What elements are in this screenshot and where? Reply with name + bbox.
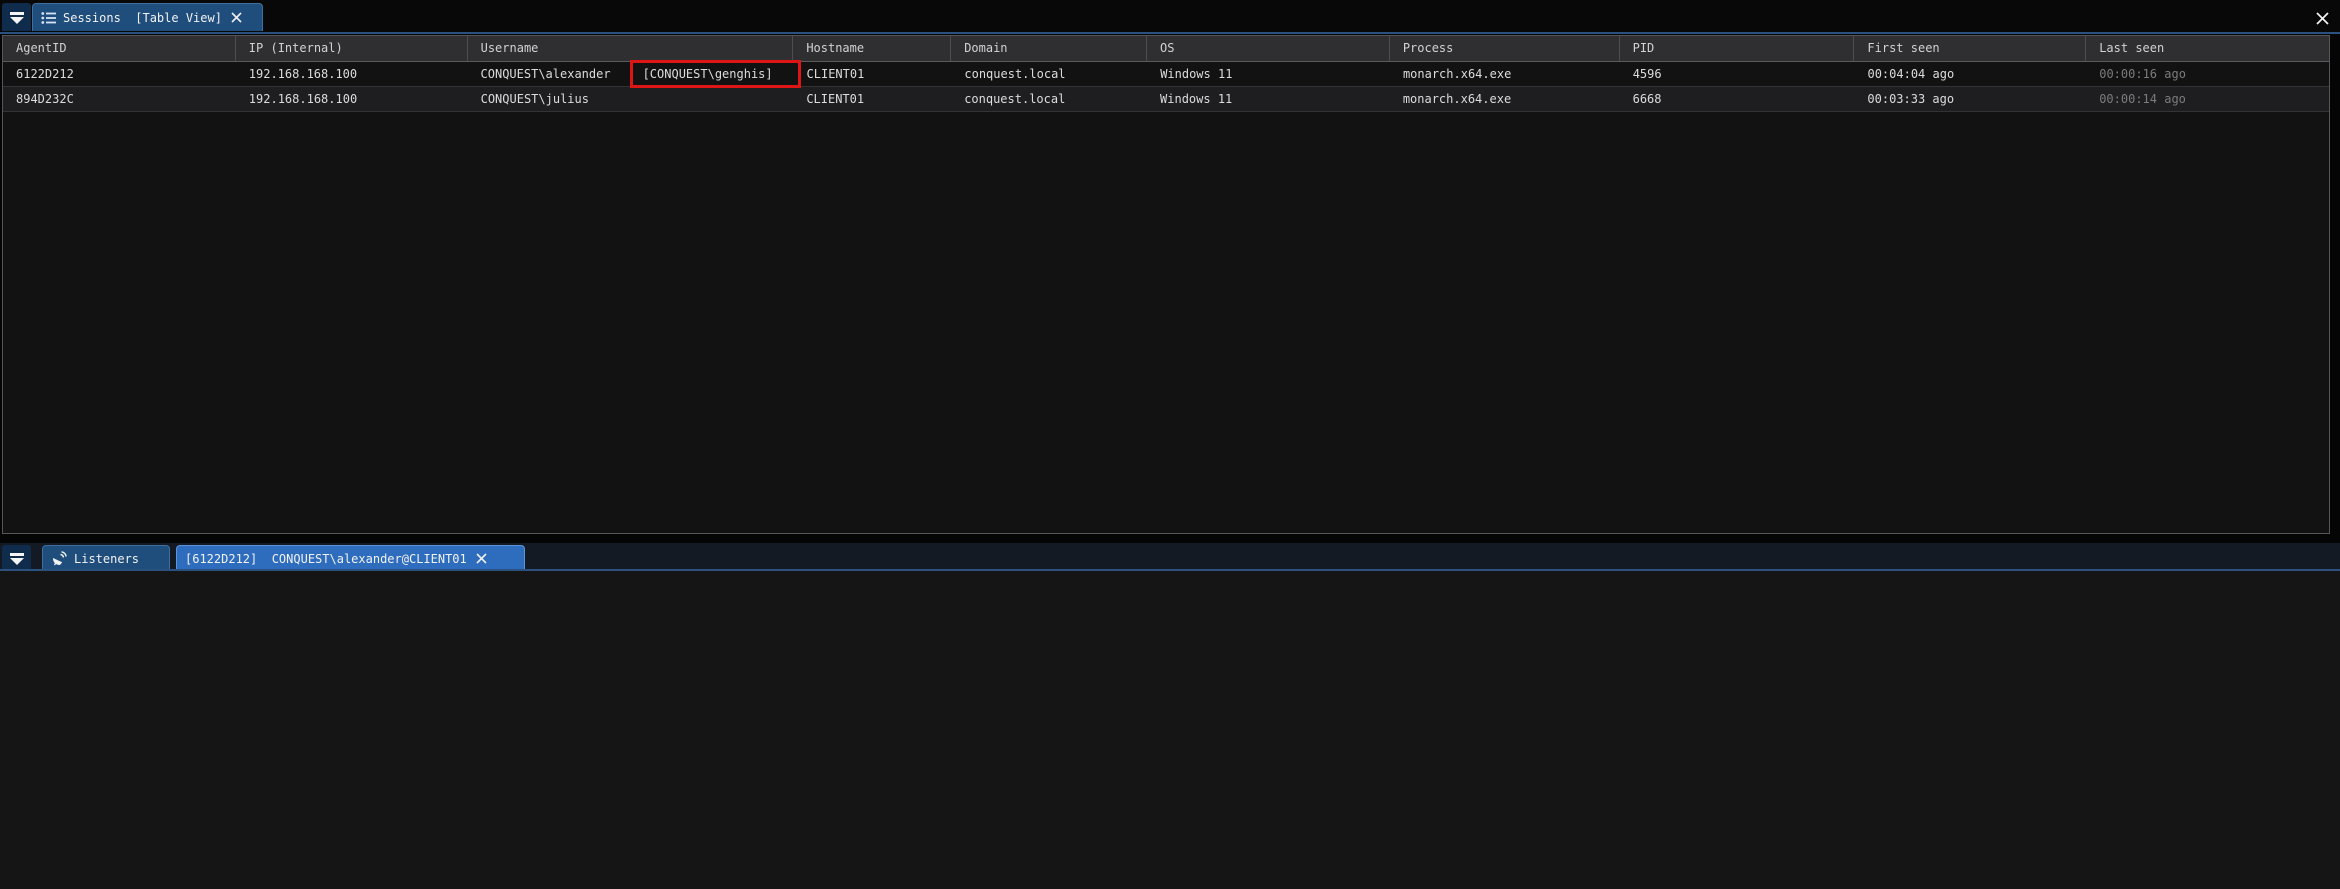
tabbar-accent-line: [0, 32, 2340, 34]
table-header-cell: AgentID: [3, 36, 236, 61]
session-cell-first-seen: 00:03:33 ago: [1854, 92, 2086, 106]
sessions-table-header: AgentIDIP (Internal)UsernameHostnameDoma…: [3, 36, 2329, 62]
session-row[interactable]: 894D232C192.168.168.100CONQUEST\juliusCL…: [3, 87, 2329, 112]
table-header-cell: Domain: [951, 36, 1147, 61]
session-cell-domain: conquest.local: [951, 67, 1147, 81]
session-cell-username: CONQUEST\alexander[CONQUEST\genghis]: [468, 60, 794, 88]
session-cell-hostname: CLIENT01: [794, 67, 952, 81]
table-header-cell: OS: [1147, 36, 1390, 61]
impersonated-token-highlight: [CONQUEST\genghis]: [630, 60, 801, 88]
table-header-cell: IP (Internal): [236, 36, 468, 61]
session-cell-ip-internal-: 192.168.168.100: [236, 67, 468, 81]
tab-sessions-table-view[interactable]: Sessions [Table View]: [32, 3, 263, 31]
session-cell-pid: 6668: [1620, 92, 1855, 106]
session-cell-process: monarch.x64.exe: [1390, 67, 1620, 81]
filter-icon: [9, 552, 25, 565]
session-cell-agentid: 894D232C: [3, 92, 236, 106]
session-cell-hostname: CLIENT01: [793, 92, 951, 106]
session-cell-ip-internal-: 192.168.168.100: [236, 92, 468, 106]
tab-listeners-label: Listeners: [74, 552, 139, 566]
tab-agent-console-label: [6122D212] CONQUEST\alexander@CLIENT01: [185, 552, 467, 566]
session-cell-os: Windows 11: [1147, 92, 1390, 106]
tab-sessions-close-icon[interactable]: [229, 10, 244, 25]
table-header-cell: PID: [1620, 36, 1855, 61]
session-cell-process: monarch.x64.exe: [1390, 92, 1620, 106]
agent-console-pane: CONQUEST\alexander@CLIENT01.conquest.loc…: [0, 571, 2340, 889]
session-cell-last-seen: 00:00:14 ago: [2086, 92, 2329, 106]
session-cell-pid: 4596: [1620, 67, 1855, 81]
table-header-cell: Hostname: [793, 36, 951, 61]
session-cell-domain: conquest.local: [951, 92, 1147, 106]
session-cell-username: CONQUEST\julius: [468, 92, 794, 106]
tab-agent-console[interactable]: [6122D212] CONQUEST\alexander@CLIENT01: [176, 545, 525, 571]
table-header-cell: Process: [1390, 36, 1620, 61]
satellite-icon: [51, 551, 67, 567]
sessions-table-body: 6122D212192.168.168.100CONQUEST\alexande…: [3, 62, 2329, 112]
window-close-button[interactable]: [2313, 9, 2331, 27]
c2-client-window: Sessions [Table View] AgentIDIP (Interna…: [0, 0, 2340, 889]
session-row[interactable]: 6122D212192.168.168.100CONQUEST\alexande…: [3, 62, 2329, 87]
session-cell-agentid: 6122D212: [3, 67, 236, 81]
tab-agent-console-close-icon[interactable]: [474, 551, 489, 566]
table-header-cell: Last seen: [2086, 36, 2329, 61]
tab-sessions-label: Sessions [Table View]: [63, 11, 222, 25]
close-icon: [2314, 10, 2331, 27]
filter-icon: [9, 11, 25, 24]
session-cell-os: Windows 11: [1147, 67, 1390, 81]
sessions-tabbar: Sessions [Table View]: [0, 0, 2340, 34]
table-header-cell: First seen: [1854, 36, 2086, 61]
tab-listeners[interactable]: Listeners: [42, 545, 170, 571]
console-tabbar: Listeners [6122D212] CONQUEST\alexander@…: [0, 543, 2340, 571]
session-cell-last-seen: 00:00:16 ago: [2086, 67, 2329, 81]
console-filter-button[interactable]: [2, 545, 31, 571]
sessions-filter-button[interactable]: [2, 3, 31, 31]
sessions-table: AgentIDIP (Internal)UsernameHostnameDoma…: [2, 35, 2330, 534]
table-list-icon: [41, 11, 56, 25]
table-header-cell: Username: [468, 36, 794, 61]
session-cell-first-seen: 00:04:04 ago: [1854, 67, 2086, 81]
